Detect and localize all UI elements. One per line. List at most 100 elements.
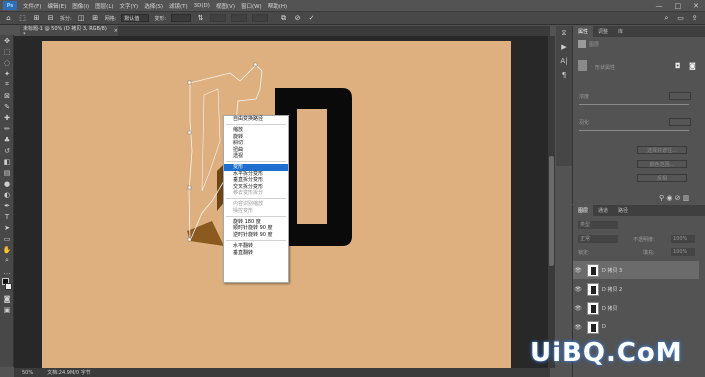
brush-tool-icon[interactable]: ✏ <box>0 123 14 134</box>
layer-name[interactable]: D 拷贝 3 <box>602 267 622 274</box>
layer-row[interactable]: 👁 D 拷贝 3 <box>573 261 699 279</box>
gradient-tool-icon[interactable]: ▤ <box>0 167 14 178</box>
visibility-eye-icon[interactable]: 👁 <box>573 267 583 274</box>
dodge-tool-icon[interactable]: ◐ <box>0 189 14 200</box>
invert-button[interactable]: 反相 <box>637 174 687 182</box>
opacity-field[interactable]: 100% <box>671 235 695 243</box>
transform-tool-icon[interactable]: ⬚ <box>18 14 27 23</box>
character-panel-icon[interactable]: A| <box>556 54 572 68</box>
menu-window[interactable]: 窗口(W) <box>238 2 265 10</box>
split-cross-icon[interactable]: ⊞ <box>91 14 100 23</box>
menu-select[interactable]: 选择(S) <box>141 2 166 10</box>
share-icon[interactable]: ⇪ <box>690 14 699 23</box>
layer-row[interactable]: 👁 D <box>573 318 699 336</box>
layer-row[interactable]: 👁 D 拷贝 <box>573 299 699 317</box>
visibility-eye-icon[interactable]: 👁 <box>573 305 583 312</box>
move-tool-icon[interactable]: ✥ <box>0 35 14 46</box>
maximize-button[interactable]: □ <box>675 2 682 10</box>
scrollbar-thumb[interactable] <box>549 156 554 266</box>
density-slider[interactable] <box>579 104 689 105</box>
tab-channels[interactable]: 通道 <box>593 205 613 216</box>
type-tool-icon[interactable]: T <box>0 211 14 222</box>
visibility-eye-icon[interactable]: 👁 <box>573 324 583 331</box>
warp-select[interactable] <box>171 14 192 22</box>
bend-field[interactable] <box>210 14 227 22</box>
menu-image[interactable]: 图像(I) <box>69 2 92 10</box>
select-mask-button[interactable]: 选择并遮住... <box>637 146 687 154</box>
cancel-transform-icon[interactable]: ⊘ <box>293 14 302 23</box>
history-brush-tool-icon[interactable]: ↺ <box>0 145 14 156</box>
color-swatches-icon[interactable] <box>0 277 14 293</box>
menu-help[interactable]: 帮助(H) <box>265 2 290 10</box>
document-info[interactable]: 文档:24.9M/0 字节 <box>47 369 91 376</box>
density-field[interactable] <box>669 92 691 100</box>
hand-tool-icon[interactable]: ✋ <box>0 244 14 255</box>
search-icon[interactable]: ⌕ <box>662 14 671 23</box>
crop-tool-icon[interactable]: ⌗ <box>0 79 14 90</box>
reference-point-icon[interactable]: ⊞ <box>32 14 41 23</box>
layer-name[interactable]: D <box>602 324 606 330</box>
close-tab-icon[interactable]: × <box>114 28 118 34</box>
magic-wand-tool-icon[interactable]: ✦ <box>0 68 14 79</box>
actions-panel-icon[interactable]: ▶ <box>556 40 572 54</box>
document-tab[interactable]: 未标题-1 @ 50% (D 拷贝 3, RGB/8) * × <box>20 26 118 38</box>
color-range-button[interactable]: 颜色范围... <box>637 160 687 168</box>
context-menu-item[interactable]: 逆时针旋转 90 度 <box>224 232 288 238</box>
marquee-tool-icon[interactable]: ⬚ <box>0 46 14 57</box>
visibility-eye-icon[interactable]: 👁 <box>573 286 583 293</box>
split-vertical-icon[interactable]: ◫ <box>77 14 86 23</box>
menu-type[interactable]: 文字(Y) <box>117 2 142 10</box>
tab-adjustments[interactable]: 调整 <box>593 26 613 37</box>
lasso-tool-icon[interactable]: ◌ <box>0 57 14 68</box>
eyedropper-tool-icon[interactable]: ✎ <box>0 101 14 112</box>
vector-mask-icon[interactable]: ◙ <box>689 62 696 70</box>
vertical-scrollbar[interactable] <box>548 36 555 368</box>
context-menu-item[interactable]: 自由变换路径 <box>224 116 288 122</box>
close-window-button[interactable]: ✕ <box>693 2 699 10</box>
menu-view[interactable]: 视图(V) <box>213 2 238 10</box>
h-field[interactable] <box>231 14 248 22</box>
pen-tool-icon[interactable]: ✒ <box>0 200 14 211</box>
fill-field[interactable]: 100% <box>671 248 695 256</box>
tab-paths[interactable]: 路径 <box>613 205 633 216</box>
panel-footer-icons[interactable]: ⚲ ◉ ⊘ ▥ <box>659 194 689 202</box>
quick-mask-icon[interactable]: ◙ <box>0 293 14 304</box>
context-menu-item[interactable]: 垂直翻转 <box>224 250 288 256</box>
menu-edit[interactable]: 编辑(E) <box>44 2 69 10</box>
history-panel-icon[interactable]: ⧖ <box>556 26 572 40</box>
feather-slider[interactable] <box>579 130 689 131</box>
layer-name[interactable]: D 拷贝 <box>602 305 617 312</box>
add-mask-icon[interactable]: ◘ <box>675 62 681 70</box>
split-horizontal-icon[interactable]: ⊟ <box>46 14 55 23</box>
zoom-level[interactable]: 50% <box>22 370 33 376</box>
blend-mode-select[interactable]: 正常 <box>578 235 618 243</box>
warp-orientation-icon[interactable]: ⇅ <box>196 14 205 23</box>
paragraph-panel-icon[interactable]: ¶ <box>556 68 572 82</box>
menu-file[interactable]: 文件(F) <box>20 2 44 10</box>
grid-select[interactable]: 默认值 <box>121 14 150 22</box>
blur-tool-icon[interactable]: ● <box>0 178 14 189</box>
tab-layers[interactable]: 图层 <box>573 205 594 216</box>
home-icon[interactable]: ⌂ <box>4 14 13 23</box>
v-field[interactable] <box>252 14 269 22</box>
edit-toolbar-icon[interactable]: … <box>0 266 14 277</box>
screen-mode-icon[interactable]: ▣ <box>0 304 14 315</box>
feather-field[interactable] <box>669 118 691 126</box>
frame-tool-icon[interactable]: ⊠ <box>0 90 14 101</box>
layer-name[interactable]: D 拷贝 2 <box>602 286 622 293</box>
path-selection-tool-icon[interactable]: ➤ <box>0 222 14 233</box>
warp-mode-icon[interactable]: ⧉ <box>279 14 288 23</box>
menu-layer[interactable]: 图层(L) <box>92 2 116 10</box>
eraser-tool-icon[interactable]: ◧ <box>0 156 14 167</box>
minimize-button[interactable]: — <box>656 2 663 10</box>
layer-filter-input[interactable]: 类型 <box>578 221 618 229</box>
shape-tool-icon[interactable]: ▭ <box>0 233 14 244</box>
tab-libraries[interactable]: 库 <box>613 26 628 37</box>
tab-properties[interactable]: 属性 <box>573 26 594 37</box>
menu-3d[interactable]: 3D(D) <box>191 3 213 9</box>
context-menu-item[interactable]: 透视 <box>224 153 288 159</box>
clone-stamp-tool-icon[interactable]: ♣ <box>0 134 14 145</box>
workspace-icon[interactable]: ▭ <box>676 14 685 23</box>
commit-transform-icon[interactable]: ✓ <box>307 14 316 23</box>
menu-filter[interactable]: 滤镜(T) <box>166 2 191 10</box>
